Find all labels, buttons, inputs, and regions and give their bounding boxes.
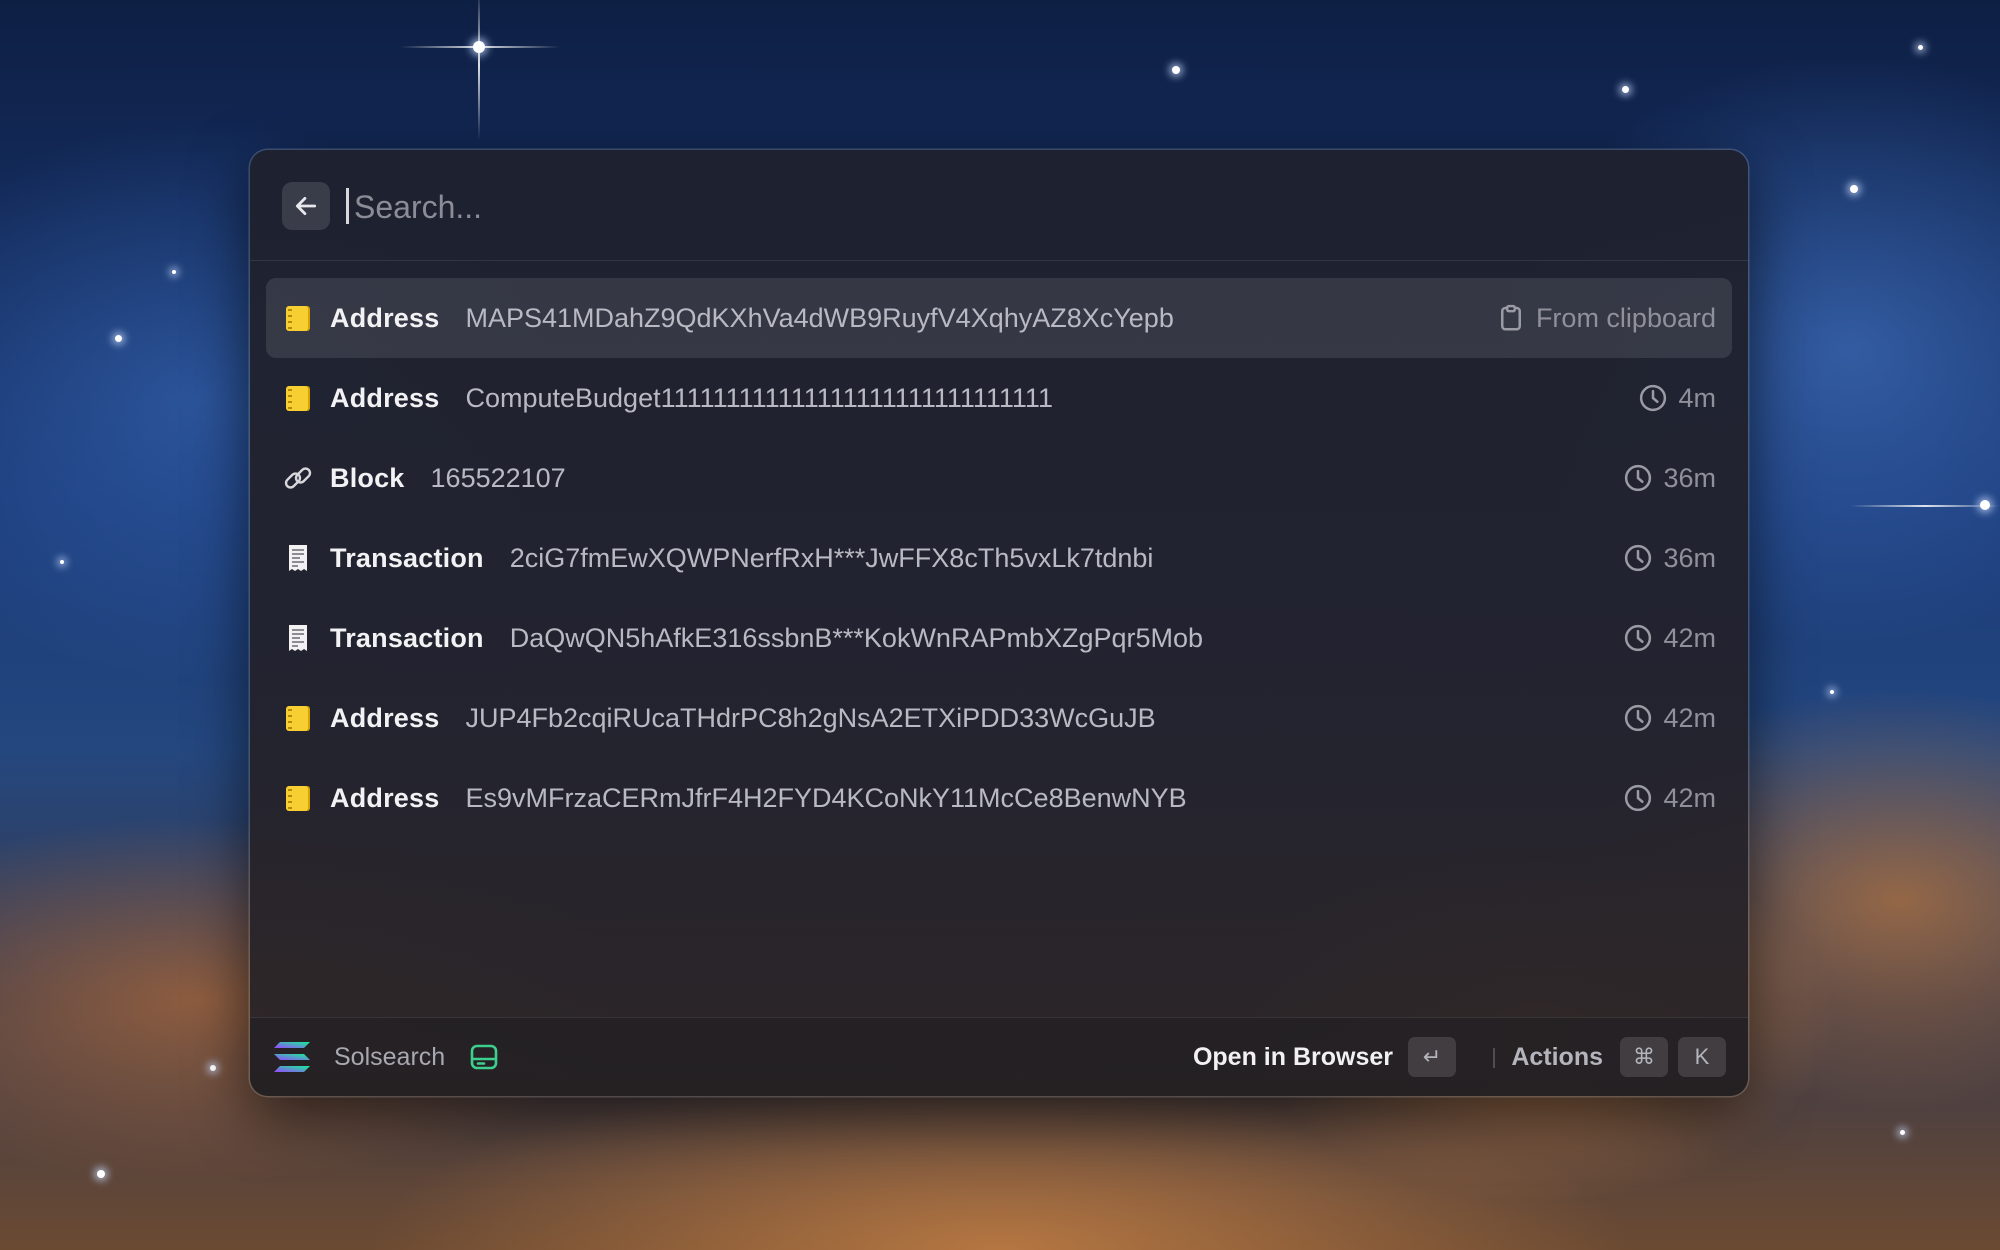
- result-value: 2ciG7fmEwXQWPNerfRxH***JwFFX8cTh5vxLk7td…: [509, 542, 1154, 573]
- result-row-transaction[interactable]: Transaction DaQwQN5hAfkE316ssbnB***KokWn…: [266, 598, 1732, 678]
- result-type: Address: [330, 782, 440, 813]
- result-row-address[interactable]: Address Es9vMFrzaCERmJfrF4H2FYD4KCoNkY11…: [266, 758, 1732, 838]
- accessory-label: 42m: [1663, 782, 1716, 813]
- text-caret: [346, 188, 349, 224]
- link-icon: [284, 467, 312, 489]
- search-header: [250, 150, 1748, 261]
- result-accessory: From clipboard: [1496, 278, 1716, 358]
- clipboard-icon: [1500, 304, 1521, 331]
- result-type: Address: [330, 702, 440, 733]
- solana-logo-icon: [274, 1042, 310, 1072]
- result-accessory: 36m: [1623, 438, 1716, 518]
- star: [1830, 690, 1834, 694]
- star-flare: [1850, 505, 2000, 507]
- results-list: Address MAPS41MDahZ9QdKXhVa4dWB9RuyfV4Xq…: [266, 278, 1732, 838]
- command-key-hint: ⌘: [1620, 1037, 1668, 1077]
- result-accessory: 42m: [1623, 758, 1716, 838]
- accessory-label: 42m: [1663, 622, 1716, 653]
- ledger-icon: [286, 386, 310, 411]
- divider: [1493, 1048, 1495, 1068]
- clock-icon: [1625, 784, 1652, 812]
- result-accessory: 42m: [1623, 598, 1716, 678]
- search-input[interactable]: [352, 178, 1656, 236]
- arrow-left-icon: [295, 197, 317, 215]
- actions-button[interactable]: Actions: [1511, 1018, 1603, 1096]
- accessory-label: 36m: [1663, 542, 1716, 573]
- accessory-label: 42m: [1663, 702, 1716, 733]
- result-type: Address: [330, 302, 440, 333]
- result-accessory: 36m: [1623, 518, 1716, 598]
- star: [210, 1065, 216, 1071]
- action-bar: Solsearch Open in Browser ↵ Actions ⌘ K: [250, 1017, 1748, 1096]
- enter-key-hint: ↵: [1408, 1037, 1456, 1077]
- result-accessory: 42m: [1623, 678, 1716, 758]
- receipt-icon: [289, 625, 307, 651]
- star: [60, 560, 64, 564]
- star: [1918, 45, 1923, 50]
- app-name: Solsearch: [334, 1043, 446, 1071]
- star: [1622, 86, 1629, 93]
- ledger-icon: [286, 706, 310, 731]
- receipt-icon: [289, 545, 307, 571]
- star: [1850, 185, 1858, 193]
- result-type: Block: [330, 462, 405, 493]
- star: [97, 1170, 105, 1178]
- clock-icon: [1625, 704, 1652, 732]
- result-row-address[interactable]: Address JUP4Fb2cqiRUcaTHdrPC8h2gNsA2ETXi…: [266, 678, 1732, 758]
- clock-icon: [1640, 384, 1667, 412]
- accessory-label: From clipboard: [1535, 302, 1716, 333]
- clock-icon: [1625, 464, 1652, 492]
- star: [172, 270, 176, 274]
- result-value: DaQwQN5hAfkE316ssbnB***KokWnRAPmbXZgPqr5…: [509, 622, 1204, 653]
- result-type: Transaction: [330, 542, 484, 573]
- result-value: ComputeBudget111111111111111111111111111…: [465, 382, 1053, 413]
- accessory-label: 36m: [1663, 462, 1716, 493]
- command-palette: Address MAPS41MDahZ9QdKXhVa4dWB9RuyfV4Xq…: [250, 150, 1748, 1096]
- result-row-address[interactable]: Address ComputeBudget1111111111111111111…: [266, 358, 1732, 438]
- ledger-icon: [286, 786, 310, 811]
- result-value: Es9vMFrzaCERmJfrF4H2FYD4KCoNkY11McCe8Ben…: [465, 782, 1187, 813]
- result-row-transaction[interactable]: Transaction 2ciG7fmEwXQWPNerfRxH***JwFFX…: [266, 518, 1732, 598]
- result-type: Address: [330, 382, 440, 413]
- star-flare: [478, 0, 480, 140]
- result-value: MAPS41MDahZ9QdKXhVa4dWB9RuyfV4XqhyAZ8XcY…: [465, 302, 1174, 333]
- clock-icon: [1625, 544, 1652, 572]
- ledger-icon: [286, 306, 310, 331]
- clock-icon: [1625, 624, 1652, 652]
- result-row-address[interactable]: Address MAPS41MDahZ9QdKXhVa4dWB9RuyfV4Xq…: [266, 278, 1732, 358]
- star-flare: [400, 46, 560, 48]
- result-accessory: 4m: [1638, 358, 1716, 438]
- open-in-browser-button[interactable]: Open in Browser: [1193, 1018, 1393, 1096]
- accessory-label: 4m: [1678, 382, 1716, 413]
- back-button[interactable]: [282, 182, 330, 230]
- result-row-block[interactable]: Block 165522107 36m: [266, 438, 1732, 518]
- k-key-hint: K: [1678, 1037, 1726, 1077]
- result-value: 165522107: [430, 462, 566, 493]
- result-value: JUP4Fb2cqiRUcaTHdrPC8h2gNsA2ETXiPDD33WcG…: [465, 702, 1156, 733]
- star: [1172, 66, 1180, 74]
- star: [1900, 1130, 1905, 1135]
- result-type: Transaction: [330, 622, 484, 653]
- hard-drive-icon[interactable]: [468, 1041, 500, 1073]
- star: [115, 335, 122, 342]
